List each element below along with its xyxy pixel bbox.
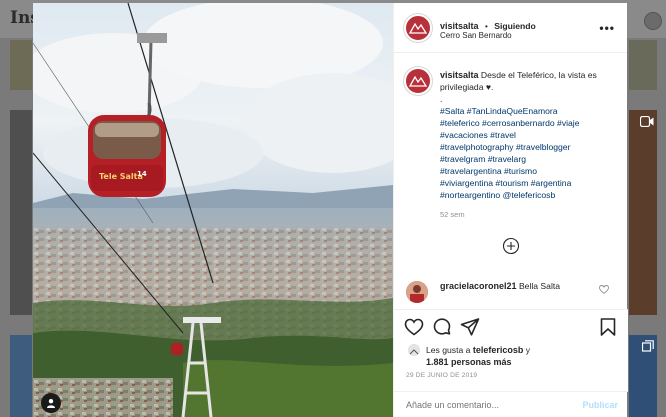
background-post-thumbnail: [629, 40, 657, 90]
tagged-users-button[interactable]: [41, 393, 61, 413]
following-button[interactable]: Siguiendo: [494, 21, 536, 31]
video-icon: [640, 116, 654, 127]
user-icon: [47, 399, 55, 408]
like-heart-icon[interactable]: [404, 317, 424, 337]
save-bookmark-icon[interactable]: [598, 317, 618, 337]
hashtag-line[interactable]: #travelphotography #travelblogger: [440, 141, 600, 153]
brand-logo-icon: [409, 75, 427, 87]
hashtag-line[interactable]: #Salta #TanLindaQueEnamora: [440, 105, 600, 117]
likes-prefix: Les gusta a: [426, 345, 473, 355]
background-post-thumbnail: [10, 40, 32, 90]
hashtag-line[interactable]: #viviargentina #tourism #argentina: [440, 177, 600, 189]
hashtag-line[interactable]: #travelargentina #turismo: [440, 165, 600, 177]
cable-car-thumb-icon: [408, 345, 420, 356]
carousel-icon: [642, 340, 654, 352]
liker-avatar[interactable]: [408, 344, 420, 356]
post-modal: Tele Salta 14 visitsalta • Siguiendo Cer…: [33, 3, 628, 417]
comment-bubble-icon[interactable]: [432, 317, 452, 337]
share-send-icon[interactable]: [460, 317, 480, 337]
brand-logo-icon: [409, 22, 427, 34]
caption-avatar[interactable]: [404, 67, 432, 95]
background-post-thumbnail: [10, 110, 32, 315]
likes-count[interactable]: 1.881 personas más: [426, 357, 512, 367]
hashtag-line[interactable]: #vacaciones #travel: [440, 129, 600, 141]
author-username[interactable]: visitsalta: [440, 21, 479, 31]
hashtag-line[interactable]: #travelgram #travelarg: [440, 153, 600, 165]
likes-summary: Les gusta a telefericosb y 1.881 persona…: [426, 344, 530, 368]
follow-separator: •: [484, 22, 488, 31]
post-actions: Les gusta a telefericosb y 1.881 persona…: [394, 309, 628, 391]
more-options-icon[interactable]: •••: [599, 21, 615, 35]
background-post-thumbnail: [10, 335, 32, 417]
profile-avatar[interactable]: [644, 12, 662, 30]
commenter-avatar[interactable]: [406, 281, 428, 303]
user-photo-icon: [406, 281, 428, 303]
hashtag-line[interactable]: #teleferico #cerrosanbernardo #viaje: [440, 117, 600, 129]
likes-suffix: y: [523, 345, 531, 355]
hashtag-line[interactable]: #norteargentino @telefericosb: [440, 189, 600, 201]
publish-button[interactable]: Publicar: [582, 400, 618, 410]
caption-age: 52 sem: [440, 210, 465, 219]
comment-bar: Publicar: [394, 391, 628, 417]
post-sidebar: visitsalta • Siguiendo Cerro San Bernard…: [393, 3, 628, 417]
author-avatar[interactable]: [404, 14, 432, 42]
comment: gracielacoronel21 Bella Salta: [440, 281, 560, 291]
cable-car-photo: Tele Salta 14: [33, 3, 393, 417]
liker-username[interactable]: telefericosb: [473, 345, 524, 355]
comment-input[interactable]: [406, 397, 566, 413]
load-more-comments-icon[interactable]: [502, 237, 520, 255]
cable-car-number: 14: [137, 170, 147, 178]
comment-username[interactable]: gracielacoronel21: [440, 281, 517, 291]
post-header: visitsalta • Siguiendo Cerro San Bernard…: [394, 3, 627, 53]
post-date: 29 DE JUNIO DE 2019: [406, 372, 478, 379]
caption-dot: .: [440, 94, 443, 104]
background-post-thumbnail: [629, 110, 657, 315]
post-photo[interactable]: Tele Salta 14: [33, 3, 393, 417]
post-location[interactable]: Cerro San Bernardo: [440, 31, 512, 40]
post-caption: visitsalta Desde el Teleférico, la vista…: [440, 69, 600, 221]
comment-text: Bella Salta: [518, 281, 561, 291]
caption-username[interactable]: visitsalta: [440, 70, 479, 80]
like-comment-icon[interactable]: [599, 285, 609, 294]
